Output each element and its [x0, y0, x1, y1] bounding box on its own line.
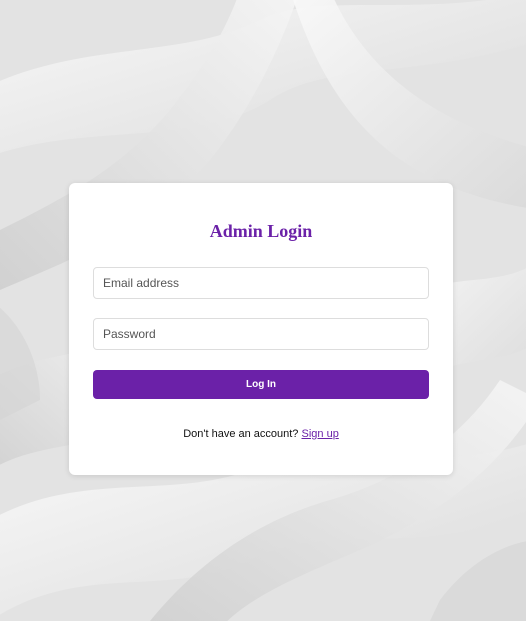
password-field[interactable] [93, 318, 429, 350]
login-button[interactable]: Log In [93, 370, 429, 399]
signup-prompt: Don't have an account? [183, 428, 299, 440]
page-title: Admin Login [209, 221, 313, 241]
email-field[interactable] [93, 267, 429, 299]
login-card: Admin Login Log In Don't have an account… [69, 183, 453, 475]
signup-row: Don't have an account? Sign up [69, 428, 453, 440]
signup-link[interactable]: Sign up [302, 428, 339, 440]
